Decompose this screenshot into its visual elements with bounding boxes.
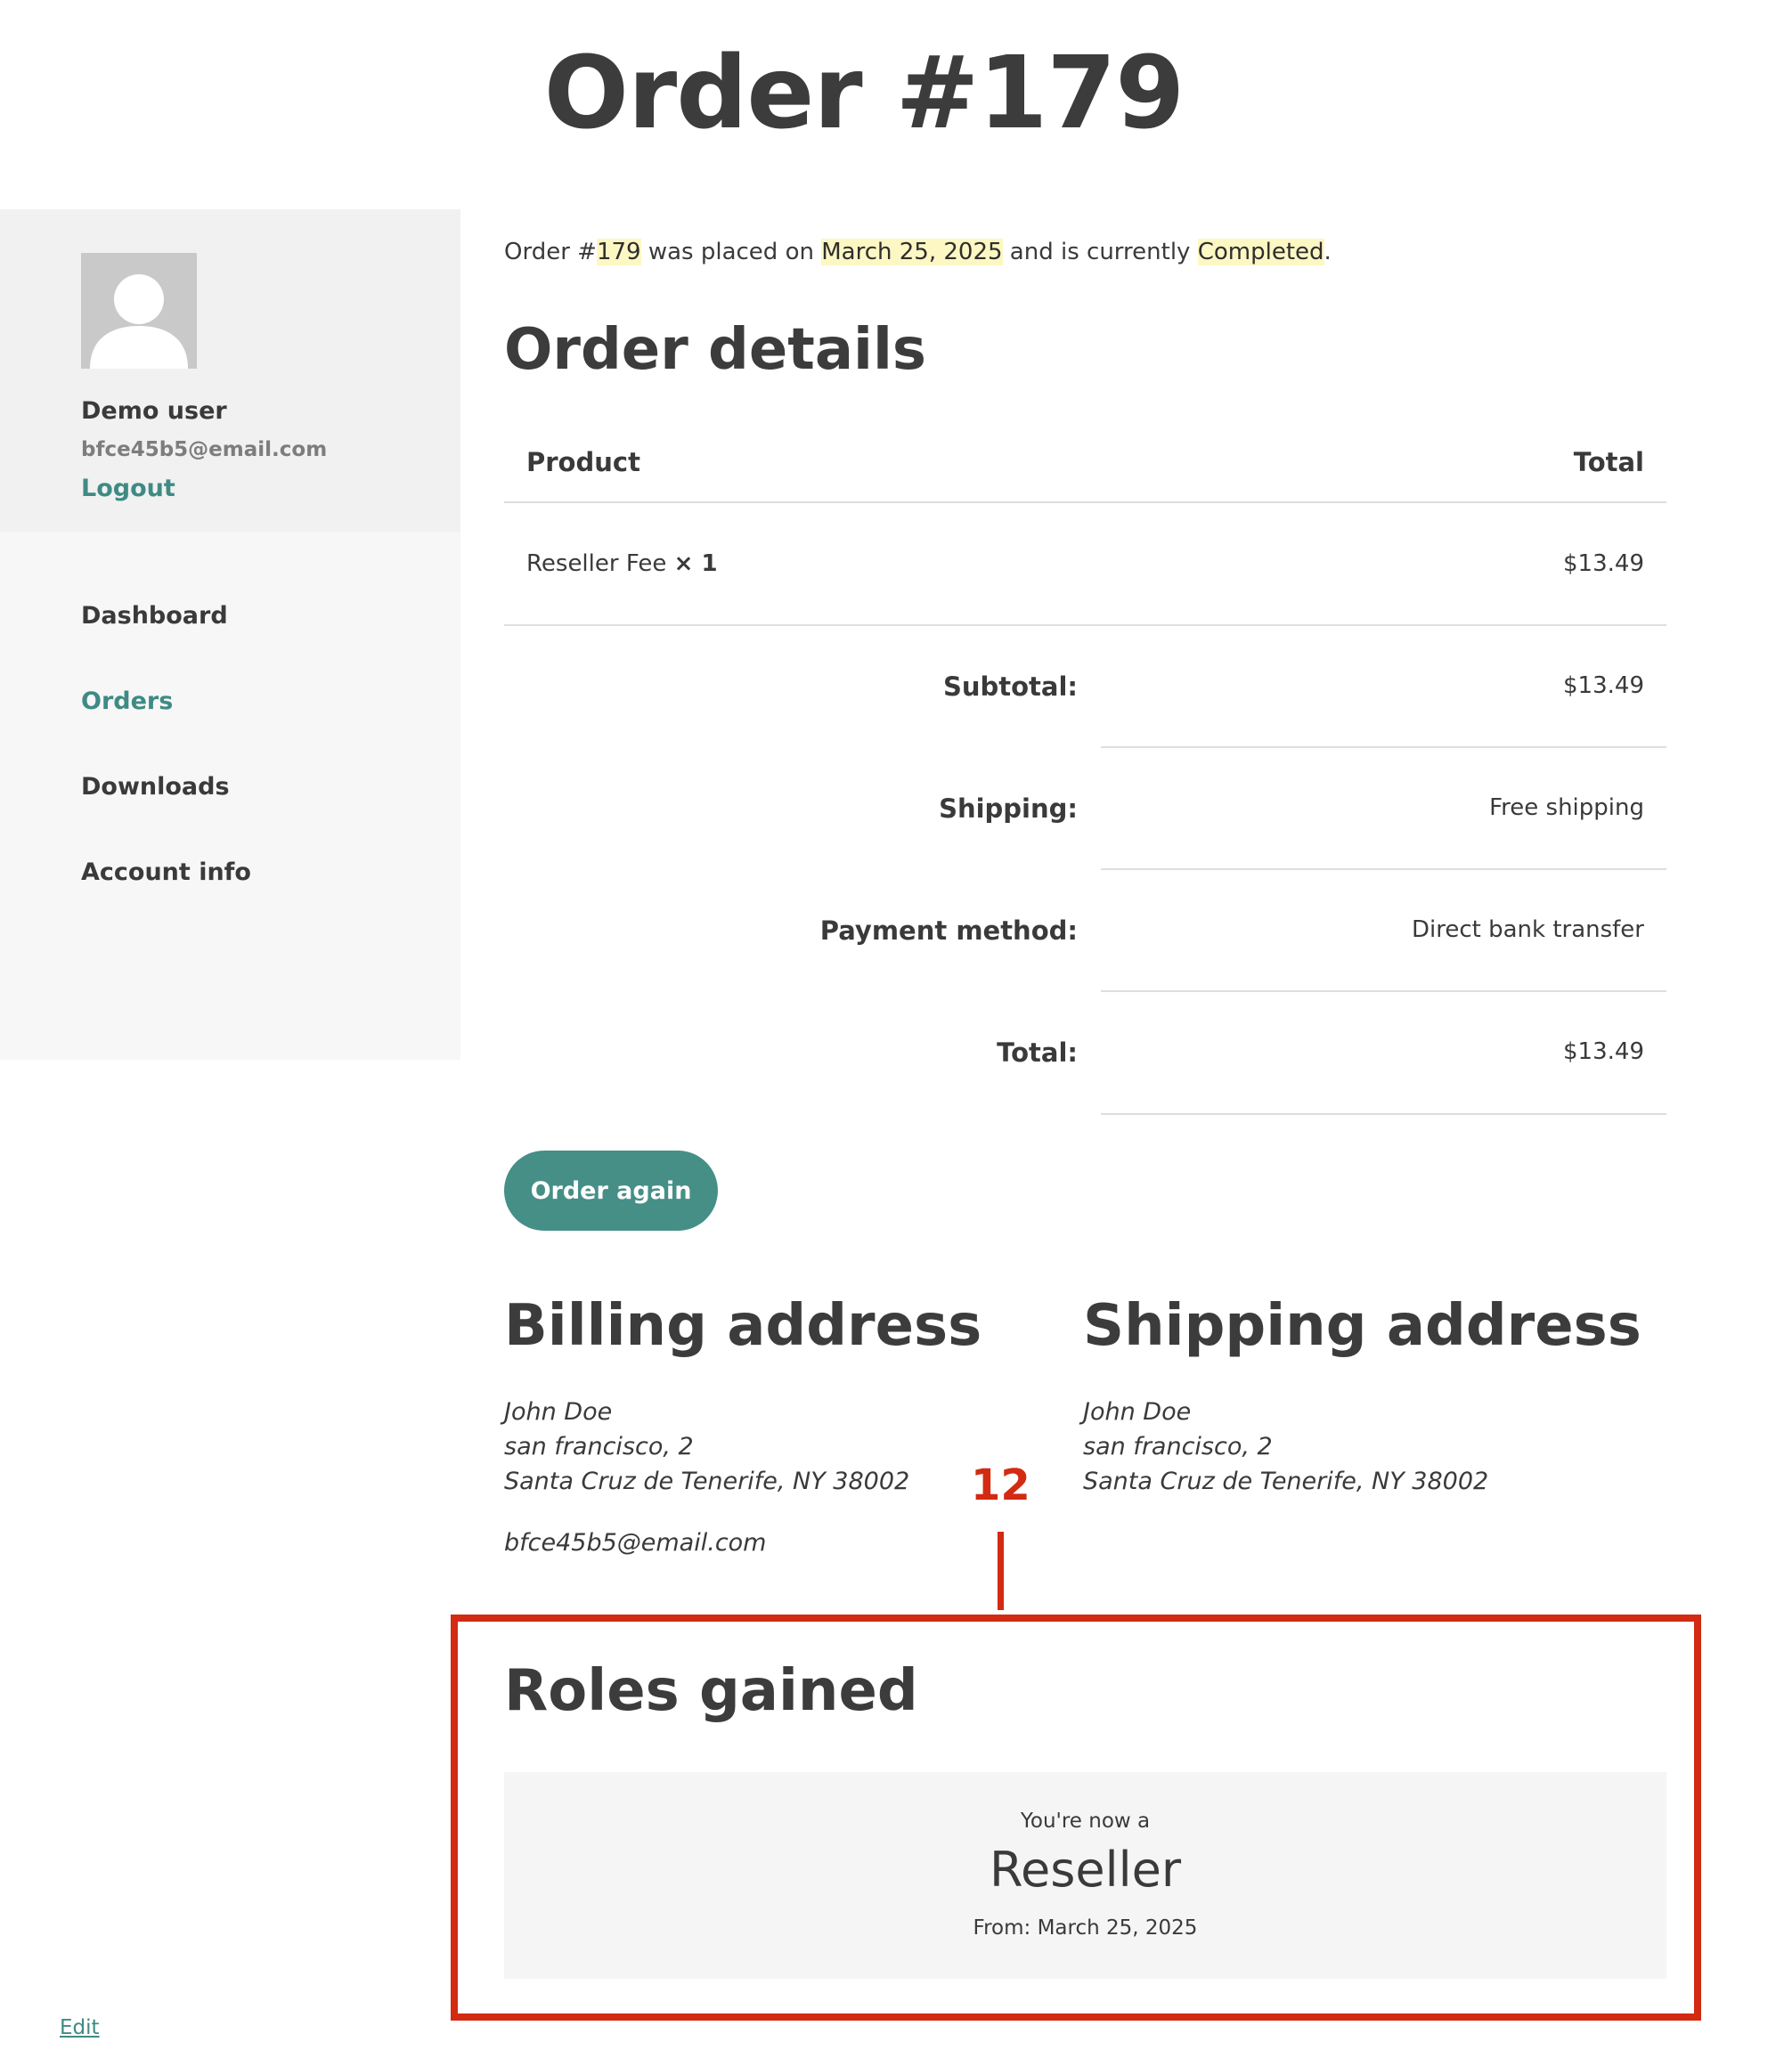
line-item-product: Reseller Fee × 1 — [526, 550, 718, 577]
annotation-connector — [998, 1532, 1004, 1610]
billing-address-block: John Doe san francisco, 2 Santa Cruz de … — [504, 1395, 909, 1560]
shipping-address-line: Santa Cruz de Tenerife, NY 38002 — [1083, 1468, 1489, 1495]
order-date-highlight: March 25, 2025 — [821, 239, 1003, 265]
column-header-product: Product — [526, 447, 640, 477]
payment-method-label: Payment method: — [819, 915, 1078, 946]
shipping-address-line: san francisco, 2 — [1083, 1433, 1273, 1460]
billing-email: bfce45b5@email.com — [504, 1529, 767, 1557]
order-again-button[interactable]: Order again — [504, 1151, 718, 1231]
line-item-total: $13.49 — [1563, 550, 1644, 577]
role-card: You're now a Reseller From: March 25, 20… — [504, 1772, 1666, 1979]
total-value: $13.49 — [1563, 1038, 1644, 1065]
totals-divider — [1101, 1113, 1666, 1115]
edit-link[interactable]: Edit — [60, 2016, 100, 2039]
table-divider — [504, 624, 1666, 626]
sidebar-item-account-info[interactable]: Account info — [81, 858, 251, 886]
intro-status-text: and is currently — [1002, 239, 1198, 265]
product-quantity: × 1 — [673, 550, 718, 577]
intro-placed-text: was placed on — [640, 239, 822, 265]
subtotal-value: $13.49 — [1563, 672, 1644, 699]
subtotal-label: Subtotal: — [942, 671, 1078, 702]
sidebar-item-dashboard[interactable]: Dashboard — [81, 602, 228, 630]
order-details-heading: Order details — [504, 317, 926, 383]
shipping-address-block: John Doe san francisco, 2 Santa Cruz de … — [1083, 1395, 1488, 1499]
order-summary-text: Order #179 was placed on March 25, 2025 … — [504, 239, 1332, 265]
annotation-number: 12 — [971, 1460, 1030, 1510]
billing-address-line: John Doe — [504, 1398, 613, 1426]
user-email: bfce45b5@email.com — [81, 438, 328, 461]
totals-divider — [1101, 868, 1666, 870]
user-silhouette-icon — [90, 274, 188, 369]
billing-address-line: Santa Cruz de Tenerife, NY 38002 — [504, 1468, 910, 1495]
totals-divider — [1101, 746, 1666, 748]
product-name: Reseller Fee — [526, 550, 667, 577]
billing-address-heading: Billing address — [504, 1293, 982, 1359]
sidebar-profile-panel — [0, 209, 460, 532]
avatar — [81, 253, 197, 369]
role-intro-text: You're now a — [1020, 1810, 1151, 1833]
totals-divider — [1101, 990, 1666, 992]
sidebar-item-downloads[interactable]: Downloads — [81, 773, 230, 801]
shipping-address-heading: Shipping address — [1083, 1293, 1641, 1359]
billing-address-line: san francisco, 2 — [504, 1433, 694, 1460]
roles-gained-heading: Roles gained — [504, 1658, 918, 1724]
payment-method-value: Direct bank transfer — [1411, 916, 1644, 943]
logout-link[interactable]: Logout — [81, 475, 175, 502]
shipping-value: Free shipping — [1489, 794, 1644, 821]
table-divider — [504, 501, 1666, 503]
shipping-label: Shipping: — [939, 793, 1078, 824]
column-header-total: Total — [1573, 447, 1644, 477]
intro-suffix: . — [1324, 239, 1332, 265]
sidebar-nav-panel — [0, 532, 460, 1060]
shipping-address-line: John Doe — [1083, 1398, 1192, 1426]
intro-prefix: Order # — [504, 239, 597, 265]
sidebar-item-orders[interactable]: Orders — [81, 687, 173, 715]
total-label: Total: — [997, 1037, 1078, 1068]
page-title: Order #179 — [543, 36, 1185, 151]
user-name: Demo user — [81, 397, 227, 425]
role-from-date: From: March 25, 2025 — [973, 1916, 1198, 1940]
role-name: Reseller — [989, 1842, 1182, 1898]
order-number-highlight: 179 — [596, 239, 641, 265]
order-status-highlight: Completed — [1197, 239, 1324, 265]
